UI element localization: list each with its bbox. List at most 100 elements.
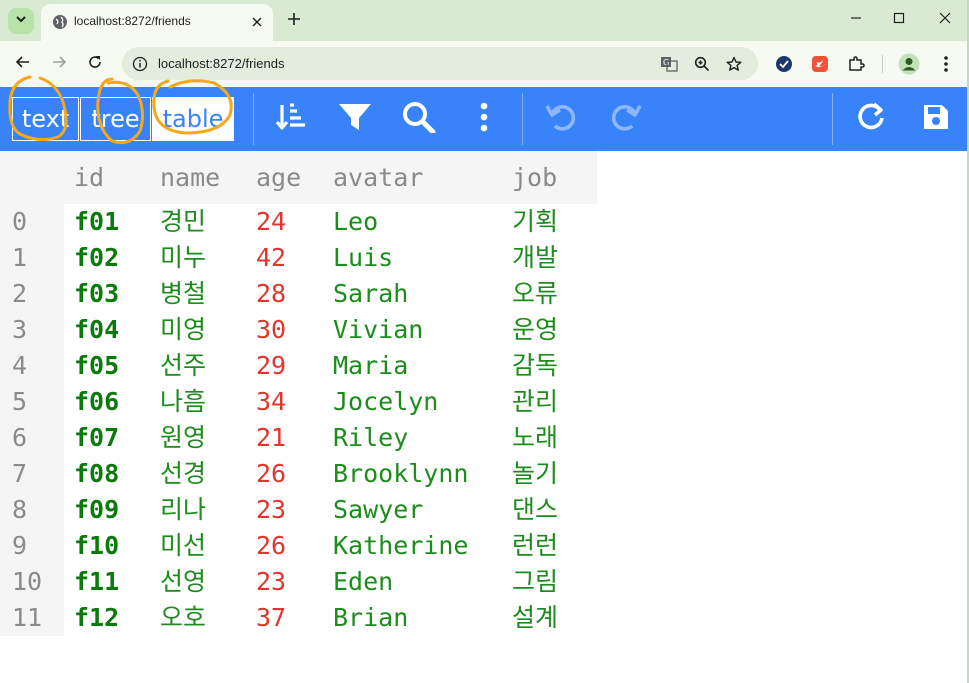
maximize-icon xyxy=(893,11,905,29)
cell-job[interactable]: 관리 xyxy=(512,384,558,420)
column-header-avatar[interactable]: avatar xyxy=(333,160,423,196)
maximize-button[interactable] xyxy=(884,6,914,34)
cell-age[interactable]: 29 xyxy=(256,348,286,384)
filter-button[interactable] xyxy=(339,103,371,135)
cell-id[interactable]: f12 xyxy=(74,600,119,636)
cell-avatar[interactable]: Luis xyxy=(333,240,393,276)
close-window-button[interactable] xyxy=(930,6,960,34)
mode-table-button[interactable]: table xyxy=(152,97,234,141)
cell-id[interactable]: f03 xyxy=(74,276,119,312)
puzzle-icon[interactable] xyxy=(844,52,868,76)
cell-job[interactable]: 댄스 xyxy=(512,492,558,528)
cell-avatar[interactable]: Brooklynn xyxy=(333,456,468,492)
cell-name[interactable]: 선영 xyxy=(160,564,206,600)
reload-icon xyxy=(87,54,103,75)
sort-button[interactable] xyxy=(275,102,307,135)
cell-age[interactable]: 26 xyxy=(256,528,286,564)
cell-job[interactable]: 설계 xyxy=(512,600,558,636)
cell-name[interactable]: 리나 xyxy=(160,492,206,528)
cell-age[interactable]: 28 xyxy=(256,276,286,312)
reload-button[interactable] xyxy=(81,50,109,78)
cell-age[interactable]: 26 xyxy=(256,456,286,492)
cell-age[interactable]: 21 xyxy=(256,420,286,456)
cell-job[interactable]: 놀기 xyxy=(512,456,558,492)
cell-id[interactable]: f04 xyxy=(74,312,119,348)
cell-id[interactable]: f06 xyxy=(74,384,119,420)
column-header-id[interactable]: id xyxy=(74,160,104,196)
cell-job[interactable]: 감독 xyxy=(512,348,558,384)
translate-icon[interactable]: G xyxy=(659,54,679,74)
mode-tree-button[interactable]: tree xyxy=(80,97,151,141)
cell-name[interactable]: 미누 xyxy=(160,240,206,276)
cell-age[interactable]: 37 xyxy=(256,600,286,636)
cell-age[interactable]: 34 xyxy=(256,384,286,420)
close-icon[interactable] xyxy=(248,13,266,31)
cell-age[interactable]: 24 xyxy=(256,204,286,240)
more-button[interactable] xyxy=(468,102,500,137)
active-tab[interactable]: localhost:8272/friends xyxy=(41,4,273,41)
cell-job[interactable]: 런런 xyxy=(512,528,558,564)
minimize-button[interactable] xyxy=(841,6,871,34)
cell-job[interactable]: 그림 xyxy=(512,564,558,600)
swift-extension-icon[interactable] xyxy=(808,52,832,76)
profile-icon[interactable] xyxy=(897,52,921,76)
search-button[interactable] xyxy=(403,101,436,135)
column-header-name[interactable]: name xyxy=(160,160,220,196)
cell-age[interactable]: 30 xyxy=(256,312,286,348)
cell-id[interactable]: f11 xyxy=(74,564,119,600)
undo-button[interactable] xyxy=(545,103,577,135)
info-icon[interactable] xyxy=(128,52,152,76)
cell-job[interactable]: 기획 xyxy=(512,204,558,240)
cell-age[interactable]: 42 xyxy=(256,240,286,276)
cell-job[interactable]: 오류 xyxy=(512,276,558,312)
cell-name[interactable]: 경민 xyxy=(160,204,206,240)
omnibox[interactable]: localhost:8272/friends G xyxy=(122,47,758,80)
cell-avatar[interactable]: Jocelyn xyxy=(333,384,438,420)
column-header-age[interactable]: age xyxy=(256,160,301,196)
cell-avatar[interactable]: Sarah xyxy=(333,276,408,312)
cell-id[interactable]: f08 xyxy=(74,456,119,492)
cell-id[interactable]: f10 xyxy=(74,528,119,564)
cell-avatar[interactable]: Brian xyxy=(333,600,408,636)
redo-button[interactable] xyxy=(610,103,642,135)
cell-job[interactable]: 노래 xyxy=(512,420,558,456)
cell-name[interactable]: 선주 xyxy=(160,348,206,384)
tab-search-button[interactable] xyxy=(8,8,34,34)
cell-avatar[interactable]: Vivian xyxy=(333,312,423,348)
column-header-job[interactable]: job xyxy=(512,160,557,196)
new-tab-button[interactable] xyxy=(281,8,307,34)
cell-id[interactable]: f01 xyxy=(74,204,119,240)
cell-name[interactable]: 선경 xyxy=(160,456,206,492)
cell-name[interactable]: 미선 xyxy=(160,528,206,564)
mode-text-button[interactable]: text xyxy=(12,97,79,141)
cell-age[interactable]: 23 xyxy=(256,564,286,600)
cell-id[interactable]: f09 xyxy=(74,492,119,528)
more-icon xyxy=(479,102,489,137)
forward-button[interactable] xyxy=(45,50,73,78)
cell-job[interactable]: 개발 xyxy=(512,240,558,276)
cell-avatar[interactable]: Leo xyxy=(333,204,378,240)
star-icon[interactable] xyxy=(724,54,744,74)
check-extension-icon[interactable] xyxy=(772,52,796,76)
cell-name[interactable]: 나흠 xyxy=(160,384,206,420)
cell-avatar[interactable]: Katherine xyxy=(333,528,468,564)
refresh-button[interactable] xyxy=(856,102,888,135)
zoom-icon[interactable] xyxy=(692,54,712,74)
cell-avatar[interactable]: Eden xyxy=(333,564,393,600)
more-vert-icon[interactable] xyxy=(934,52,958,76)
cell-name[interactable]: 병철 xyxy=(160,276,206,312)
cell-age[interactable]: 23 xyxy=(256,492,286,528)
cell-id[interactable]: f07 xyxy=(74,420,119,456)
save-button[interactable] xyxy=(920,103,952,135)
cell-id[interactable]: f05 xyxy=(74,348,119,384)
address-bar-row: localhost:8272/friends G xyxy=(0,41,969,87)
cell-name[interactable]: 미영 xyxy=(160,312,206,348)
cell-avatar[interactable]: Sawyer xyxy=(333,492,423,528)
cell-id[interactable]: f02 xyxy=(74,240,119,276)
cell-job[interactable]: 운영 xyxy=(512,312,558,348)
cell-name[interactable]: 원영 xyxy=(160,420,206,456)
cell-name[interactable]: 오호 xyxy=(160,600,206,636)
back-button[interactable] xyxy=(9,50,37,78)
cell-avatar[interactable]: Maria xyxy=(333,348,408,384)
cell-avatar[interactable]: Riley xyxy=(333,420,408,456)
